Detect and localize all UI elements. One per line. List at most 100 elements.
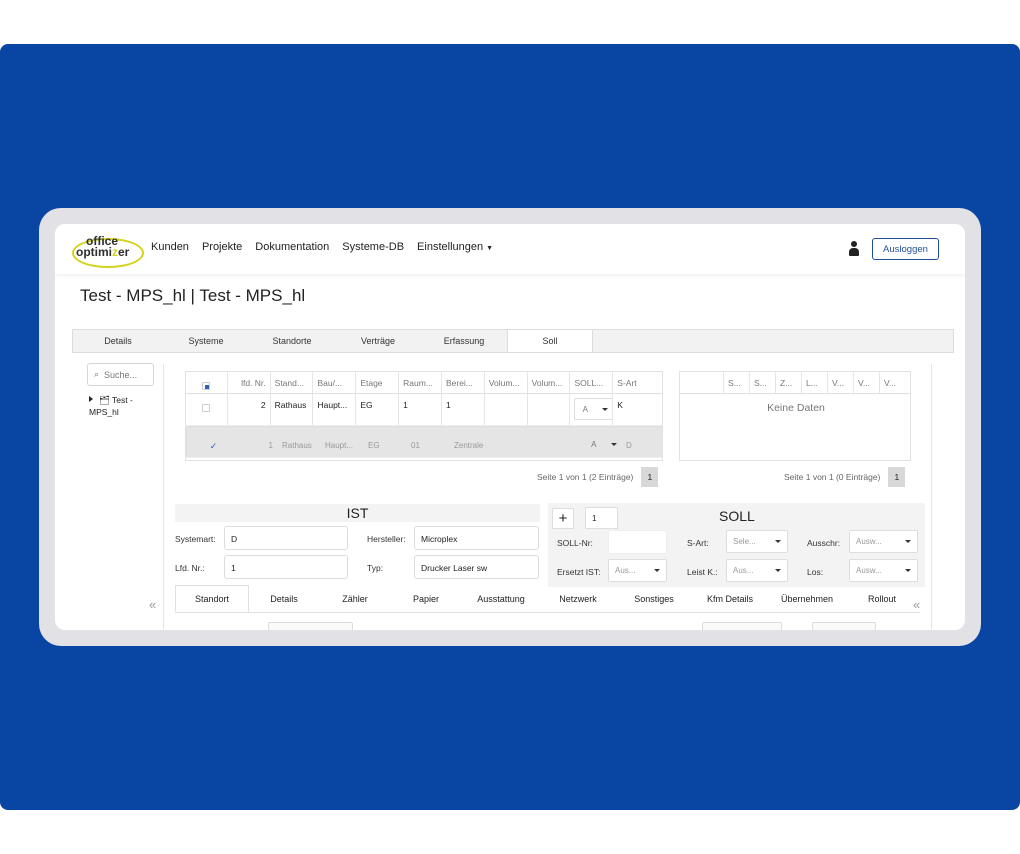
- tab-vertraege[interactable]: Verträge: [335, 330, 421, 352]
- empty-state: Keine Daten: [767, 402, 825, 414]
- tab-uebernehmen[interactable]: Übernehmen: [767, 585, 847, 612]
- leist-k-select[interactable]: Aus...: [726, 559, 788, 582]
- ausschr-select[interactable]: Ausw...: [849, 530, 918, 553]
- partial-field[interactable]: [702, 622, 782, 630]
- tab-kfm-details[interactable]: Kfm Details: [693, 585, 767, 612]
- partial-field[interactable]: [812, 622, 876, 630]
- divider: [163, 364, 164, 630]
- col-header[interactable]: Volum...: [485, 372, 528, 393]
- hersteller-label: Hersteller:: [367, 534, 406, 544]
- cell-raum: 1: [399, 394, 442, 425]
- col-header[interactable]: Raum...: [399, 372, 442, 393]
- pager-text: Seite 1 von 1 (2 Einträge): [537, 472, 634, 482]
- user-icon[interactable]: [848, 241, 860, 257]
- col-header[interactable]: S...: [724, 372, 750, 393]
- cell-sart: K: [617, 400, 623, 410]
- table-row-selected[interactable]: ✓ 1 Rathaus Haupt... EG 01 Zentrale A D: [186, 426, 662, 458]
- nav-kunden[interactable]: Kunden: [151, 241, 189, 253]
- office-optimizer-logo[interactable]: office optimizer: [72, 232, 144, 268]
- tab-ausstattung[interactable]: Ausstattung: [461, 585, 541, 612]
- col-header[interactable]: V...: [880, 372, 910, 393]
- caret-down-icon: [775, 569, 781, 572]
- nav-einstellungen[interactable]: Einstellungen ▼: [417, 241, 493, 253]
- col-header[interactable]: Volum...: [528, 372, 571, 393]
- tab-soll[interactable]: Soll: [507, 330, 593, 352]
- col-header[interactable]: V...: [854, 372, 880, 393]
- col-header[interactable]: SOLL...: [570, 372, 614, 393]
- ist-title: IST: [175, 504, 540, 522]
- cell-standort: Rathaus: [278, 434, 321, 450]
- hersteller-field[interactable]: Microplex: [414, 526, 539, 550]
- cell-bereich: 1: [442, 394, 485, 425]
- col-header[interactable]: lfd. Nr.: [228, 372, 271, 393]
- soll-dropdown[interactable]: A: [583, 433, 621, 455]
- cell-volumen: [528, 394, 571, 425]
- grid2-pager: Seite 1 von 1 (0 Einträge) 1: [784, 467, 906, 487]
- caret-down-icon: [775, 540, 781, 543]
- expand-arrow-icon[interactable]: [89, 396, 93, 402]
- cell-soll: A: [570, 394, 614, 425]
- logout-button[interactable]: Ausloggen: [872, 238, 939, 260]
- typ-field[interactable]: Drucker Laser sw: [414, 555, 539, 579]
- tab-papier[interactable]: Papier: [391, 585, 461, 612]
- caret-down-icon: [905, 540, 911, 543]
- nav-dokumentation[interactable]: Dokumentation: [255, 241, 329, 253]
- search-input[interactable]: ⌕ Suche...: [87, 363, 154, 386]
- row-checkbox[interactable]: [202, 404, 211, 412]
- grid-header: lfd. Nr. Stand... Bau/... Etage Raum... …: [186, 372, 662, 394]
- tab-erfassung[interactable]: Erfassung: [421, 330, 507, 352]
- tab-sonstiges[interactable]: Sonstiges: [615, 585, 693, 612]
- page-button[interactable]: 1: [641, 467, 659, 487]
- ersetzt-ist-select[interactable]: Aus...: [608, 559, 667, 582]
- s-art-label: S-Art:: [687, 538, 709, 548]
- los-select[interactable]: Ausw...: [849, 559, 918, 582]
- col-header[interactable]: Z...: [776, 372, 802, 393]
- col-header[interactable]: V...: [828, 372, 854, 393]
- col-header-blank: [680, 372, 724, 393]
- caret-down-icon: [610, 442, 617, 446]
- main-nav: Kunden Projekte Dokumentation Systeme-DB…: [151, 241, 493, 253]
- s-art-select[interactable]: Sele...: [726, 530, 788, 553]
- caret-down-icon: [905, 569, 911, 572]
- nav-projekte[interactable]: Projekte: [202, 241, 242, 253]
- tab-details[interactable]: Details: [249, 585, 319, 612]
- soll-dropdown[interactable]: A: [574, 398, 613, 420]
- col-header[interactable]: L...: [802, 372, 828, 393]
- tab-rollout[interactable]: Rollout: [847, 585, 917, 612]
- tab-standort[interactable]: Standort: [175, 585, 249, 612]
- soll-count-field[interactable]: 1: [585, 507, 618, 529]
- col-header[interactable]: Stand...: [271, 372, 314, 393]
- app-window: office optimizer Kunden Projekte Dokumen…: [55, 224, 965, 630]
- collapse-left-icon[interactable]: «: [149, 597, 156, 612]
- caret-down-icon: [602, 407, 609, 411]
- col-header[interactable]: Etage: [356, 372, 400, 393]
- partial-field[interactable]: [268, 622, 353, 630]
- select-all-checkbox[interactable]: [202, 382, 211, 390]
- col-header[interactable]: Bau/...: [313, 372, 357, 393]
- cell-bereich: Zentrale: [450, 434, 493, 450]
- detail-tabs: Standort Details Zähler Papier Ausstattu…: [175, 585, 920, 613]
- systemart-field[interactable]: D: [224, 526, 348, 550]
- folder-icon: 🗂: [99, 395, 110, 405]
- header-select-all[interactable]: [186, 372, 228, 393]
- page-button[interactable]: 1: [888, 467, 906, 487]
- col-header[interactable]: Berei...: [442, 372, 485, 393]
- tree-item[interactable]: 🗂 Test -: [89, 394, 133, 406]
- add-button[interactable]: +: [552, 508, 574, 529]
- divider: [931, 364, 932, 630]
- tab-netzwerk[interactable]: Netzwerk: [541, 585, 615, 612]
- check-icon[interactable]: ✓: [197, 441, 230, 452]
- logo-text-optimizer: optimizer: [76, 245, 130, 259]
- tab-systeme[interactable]: Systeme: [163, 330, 249, 352]
- pager-text: Seite 1 von 1 (0 Einträge): [784, 472, 881, 482]
- tab-details[interactable]: Details: [73, 330, 163, 352]
- soll-nr-field[interactable]: [608, 530, 667, 554]
- nav-systeme-db[interactable]: Systeme-DB: [342, 241, 404, 253]
- lfd-nr-field[interactable]: 1: [224, 555, 348, 579]
- col-header[interactable]: S...: [750, 372, 776, 393]
- cell-nr: 2: [228, 394, 271, 425]
- table-row[interactable]: 2 Rathaus Haupt... EG 1 1 A K: [186, 394, 662, 426]
- tab-standorte[interactable]: Standorte: [249, 330, 335, 352]
- col-header[interactable]: S-Art: [613, 372, 662, 393]
- tab-zaehler[interactable]: Zähler: [319, 585, 391, 612]
